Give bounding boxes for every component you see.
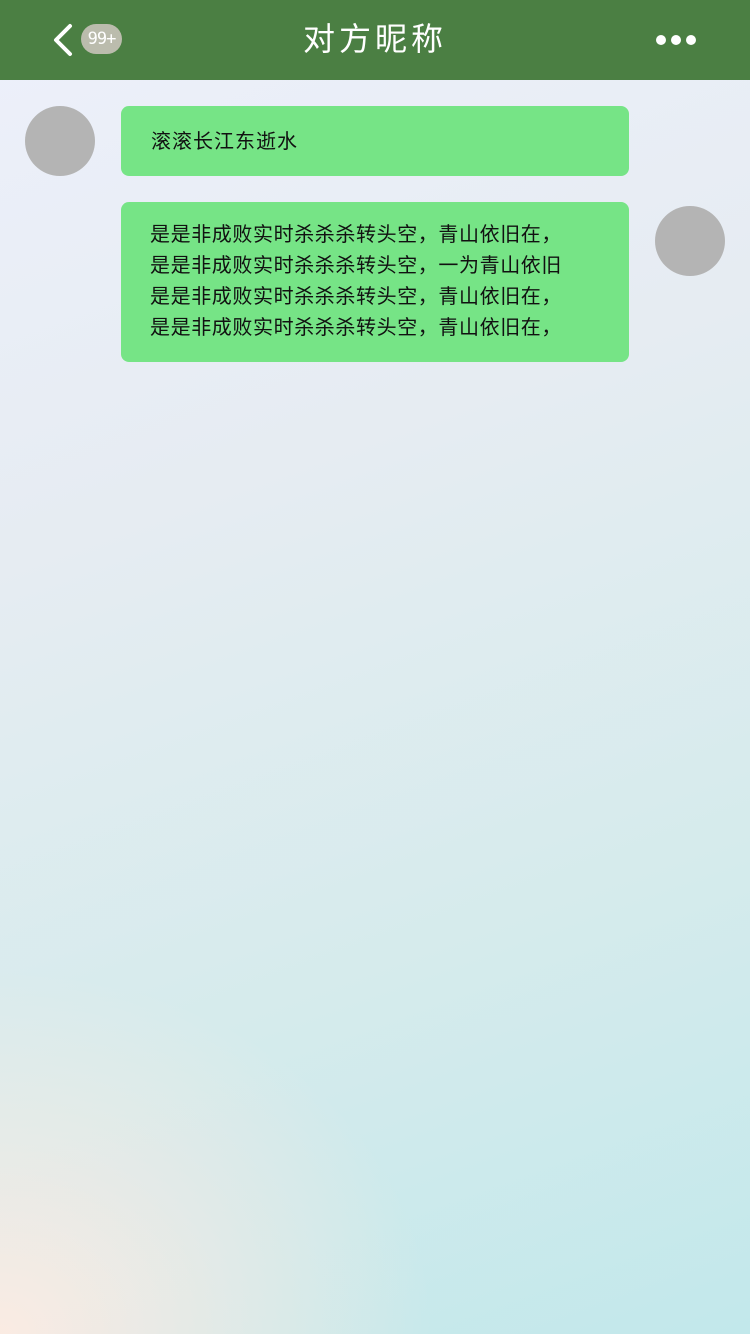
message-text: 滚滚长江东逝水	[151, 129, 298, 153]
page-title: 对方昵称	[302, 20, 447, 58]
back-button[interactable]	[48, 20, 78, 60]
message-line: 是是非成败实时杀杀杀转头空，青山依旧在，	[150, 284, 562, 308]
message-line: 是是非成败实时杀杀杀转头空，青山依旧在，	[150, 315, 562, 339]
message-line: 是是非成败实时杀杀杀转头空，青山依旧在，	[150, 222, 562, 246]
chevron-left-icon	[54, 24, 72, 56]
my-avatar[interactable]	[655, 206, 725, 276]
more-button[interactable]	[648, 22, 704, 58]
message-line: 是是非成败实时杀杀杀转头空，一为青山依旧	[150, 253, 562, 277]
message-bubble-received[interactable]: 滚滚长江东逝水	[121, 106, 629, 176]
contact-avatar[interactable]	[25, 106, 95, 176]
more-horizontal-icon	[656, 35, 696, 45]
message-bubble-sent[interactable]: 是是非成败实时杀杀杀转头空，青山依旧在， 是是非成败实时杀杀杀转头空，一为青山依…	[121, 202, 629, 362]
unread-count-badge: 99+	[81, 24, 122, 54]
nav-bar: 99+ 对方昵称	[0, 0, 750, 80]
